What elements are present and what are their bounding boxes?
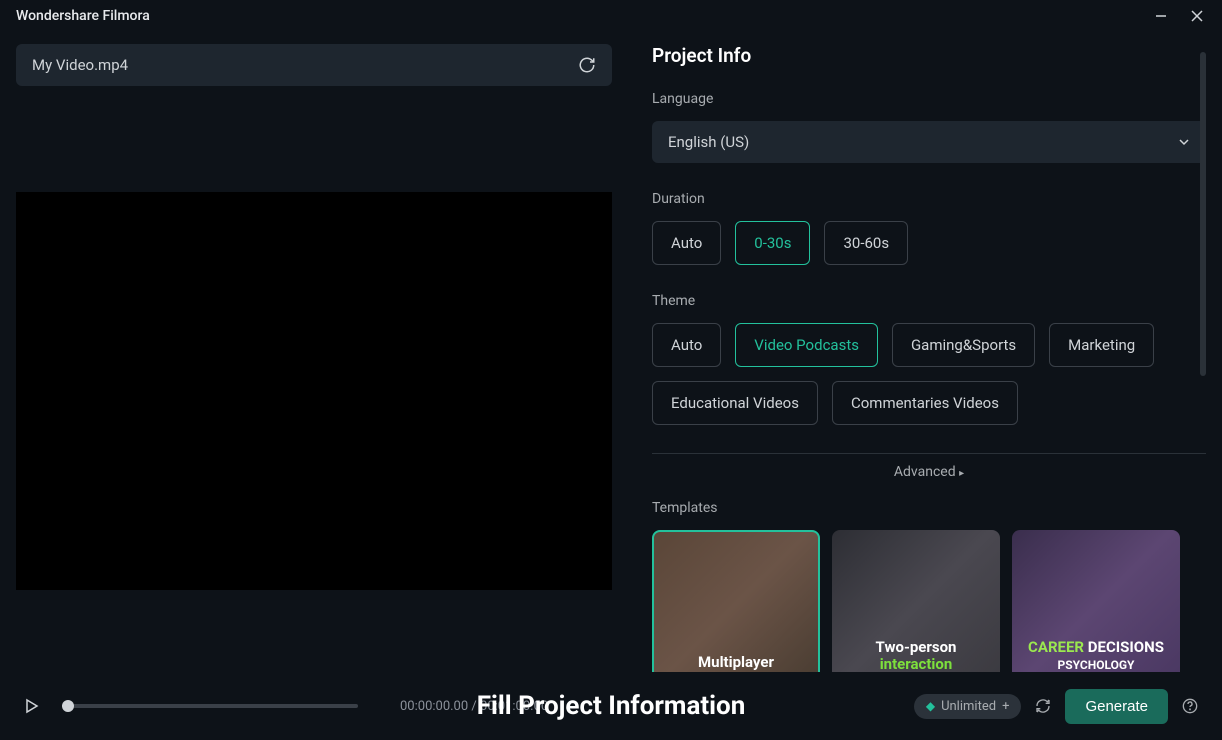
minimize-icon[interactable] — [1152, 7, 1170, 25]
project-info-title: Project Info — [652, 44, 1206, 67]
templates-row: Multiplayer Two-person interaction CAREE… — [652, 530, 1206, 672]
theme-option-commentaries[interactable]: Commentaries Videos — [832, 381, 1018, 425]
left-panel: My Video.mp4 — [16, 44, 612, 672]
duration-option-30-60s[interactable]: 30-60s — [824, 221, 908, 265]
timeline-track[interactable] — [62, 704, 358, 708]
titlebar: Wondershare Filmora — [0, 0, 1222, 32]
duration-option-0-30s[interactable]: 0-30s — [735, 221, 810, 265]
unlimited-pill[interactable]: ◆ Unlimited + — [914, 694, 1022, 719]
duration-chips: Auto 0-30s 30-60s — [652, 221, 1206, 265]
file-pill[interactable]: My Video.mp4 — [16, 44, 612, 86]
sync-icon[interactable] — [1035, 698, 1051, 714]
duration-label: Duration — [652, 191, 1206, 207]
close-icon[interactable] — [1188, 7, 1206, 25]
diamond-icon: ◆ — [926, 699, 935, 713]
help-icon[interactable] — [1182, 698, 1198, 714]
theme-option-video-podcasts[interactable]: Video Podcasts — [735, 323, 878, 367]
main-content: My Video.mp4 Project Info Language Engli… — [0, 32, 1222, 672]
language-value: English (US) — [668, 133, 749, 151]
template-label-1: Two-person interaction — [832, 639, 1000, 672]
language-label: Language — [652, 91, 1206, 107]
window-controls — [1152, 7, 1206, 25]
plus-icon: + — [1002, 699, 1009, 714]
file-name-label: My Video.mp4 — [32, 56, 128, 74]
refresh-icon[interactable] — [578, 56, 596, 74]
play-icon[interactable] — [24, 698, 40, 714]
theme-option-auto[interactable]: Auto — [652, 323, 721, 367]
template-card-1[interactable]: Two-person interaction — [832, 530, 1000, 672]
app-title: Wondershare Filmora — [16, 8, 150, 24]
theme-chips: Auto Video Podcasts Gaming&Sports Market… — [652, 323, 1206, 425]
time-current: 00:00:00.00 — [400, 699, 468, 714]
theme-label: Theme — [652, 293, 1206, 309]
template-label-2: CAREER DECISIONS PSYCHOLOGY — [1012, 639, 1180, 672]
duration-option-auto[interactable]: Auto — [652, 221, 721, 265]
play-controls: 00:00:00.00 / 00:01:00.00 — [24, 698, 548, 714]
templates-label: Templates — [652, 500, 1206, 516]
scrollbar[interactable] — [1200, 52, 1206, 376]
theme-option-gaming-sports[interactable]: Gaming&Sports — [892, 323, 1035, 367]
unlimited-label: Unlimited — [941, 699, 996, 714]
template-card-0[interactable]: Multiplayer — [652, 530, 820, 672]
footer-caption: Fill Project Information — [477, 691, 746, 721]
generate-button[interactable]: Generate — [1065, 689, 1168, 724]
right-panel: Project Info Language English (US) Durat… — [652, 44, 1206, 672]
footer-bar: 00:00:00.00 / 00:01:00.00 Fill Project I… — [0, 672, 1222, 740]
video-preview[interactable] — [16, 192, 612, 590]
chevron-down-icon — [1178, 136, 1190, 148]
advanced-toggle[interactable]: Advanced — [652, 453, 1206, 500]
timeline-head[interactable] — [62, 700, 74, 712]
advanced-label: Advanced — [894, 464, 956, 480]
language-select[interactable]: English (US) — [652, 121, 1206, 163]
theme-option-educational[interactable]: Educational Videos — [652, 381, 818, 425]
footer-right: ◆ Unlimited + Generate — [914, 689, 1198, 724]
theme-option-marketing[interactable]: Marketing — [1049, 323, 1154, 367]
template-label-0: Multiplayer — [654, 654, 818, 671]
template-card-2[interactable]: CAREER DECISIONS PSYCHOLOGY — [1012, 530, 1180, 672]
